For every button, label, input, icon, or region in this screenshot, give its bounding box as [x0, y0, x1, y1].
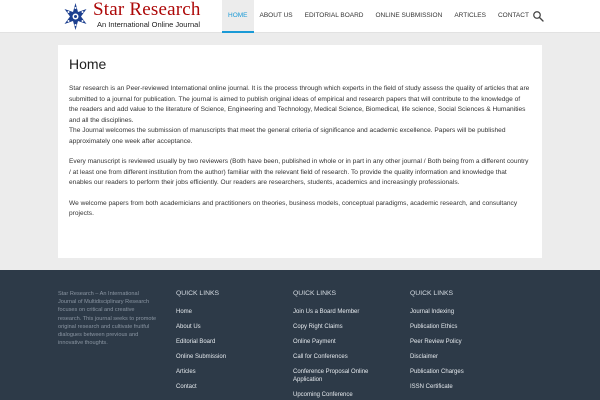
footer-link-contact[interactable]: Contact [176, 383, 281, 391]
footer-link-online-payment[interactable]: Online Payment [293, 338, 398, 346]
footer-links-column-3: QUICK LINKS Journal Indexing Publication… [410, 290, 515, 398]
paragraph-text: We welcome papers from both academicians… [69, 199, 518, 218]
footer-link-issn-certificate[interactable]: ISSN Certificate [410, 383, 515, 391]
footer-link-conference-proposal[interactable]: Conference Proposal Online Application [293, 368, 398, 384]
footer-link-online-submission[interactable]: Online Submission [176, 353, 281, 361]
footer-link-journal-indexing[interactable]: Journal Indexing [410, 308, 515, 316]
review-paragraph: Every manuscript is reviewed usually by … [69, 157, 531, 189]
footer-link-about-us[interactable]: About Us [176, 323, 281, 331]
footer-links-column-1: QUICK LINKS Home About Us Editorial Boar… [176, 290, 281, 398]
footer-column-heading: QUICK LINKS [293, 290, 337, 297]
footer-link-call-for-conferences[interactable]: Call for Conferences [293, 353, 398, 361]
nav-online-submission[interactable]: ONLINE SUBMISSION [369, 0, 448, 33]
footer-link-home[interactable]: Home [176, 308, 281, 316]
footer-link-copyright-claims[interactable]: Copy Right Claims [293, 323, 398, 331]
footer-link-articles[interactable]: Articles [176, 368, 281, 376]
footer-column-heading: QUICK LINKS [176, 290, 220, 297]
content-card: Home Star research is an Peer-reviewed I… [58, 45, 542, 258]
page-title: Home [69, 56, 107, 72]
main-nav: HOME ABOUT US EDITORIAL BOARD ONLINE SUB… [222, 0, 535, 33]
brand-subtitle: An International Online Journal [97, 20, 200, 29]
footer-column-heading: QUICK LINKS [410, 290, 454, 297]
footer-link-editorial-board[interactable]: Editorial Board [176, 338, 281, 346]
footer-about-text: Star Research – An International Journal… [58, 291, 157, 347]
paragraph-text: Every manuscript is reviewed usually by … [69, 158, 529, 186]
brand[interactable]: Star Research An International Online Jo… [93, 0, 201, 30]
brand-title[interactable]: Star Research [93, 0, 201, 20]
footer-link-publication-charges[interactable]: Publication Charges [410, 368, 515, 376]
nav-about-us[interactable]: ABOUT US [254, 0, 299, 33]
nav-editorial-board[interactable]: EDITORIAL BOARD [299, 0, 370, 33]
welcome-paragraph: We welcome papers from both academicians… [69, 199, 531, 220]
nav-home[interactable]: HOME [222, 0, 254, 33]
footer-link-publication-ethics[interactable]: Publication Ethics [410, 323, 515, 331]
nav-articles[interactable]: ARTICLES [448, 0, 492, 33]
nav-contact[interactable]: CONTACT [492, 0, 535, 33]
footer-link-upcoming-conference[interactable]: Upcoming Conference [293, 391, 398, 399]
footer-link-disclaimer[interactable]: Disclaimer [410, 353, 515, 361]
footer-link-board-member[interactable]: Join Us a Board Member [293, 308, 398, 316]
site-footer: Star Research – An International Journal… [0, 270, 600, 400]
intro-paragraph: Star research is an Peer-reviewed Intern… [69, 84, 531, 147]
paragraph-text: Star research is an Peer-reviewed Intern… [69, 85, 530, 124]
logo-icon[interactable] [63, 2, 88, 31]
search-icon[interactable] [532, 10, 544, 22]
footer-links-column-2: QUICK LINKS Join Us a Board Member Copy … [293, 290, 398, 400]
footer-link-peer-review-policy[interactable]: Peer Review Policy [410, 338, 515, 346]
paragraph-text: The Journal welcomes the submission of m… [69, 127, 506, 145]
site-header: Star Research An International Online Jo… [0, 0, 600, 33]
